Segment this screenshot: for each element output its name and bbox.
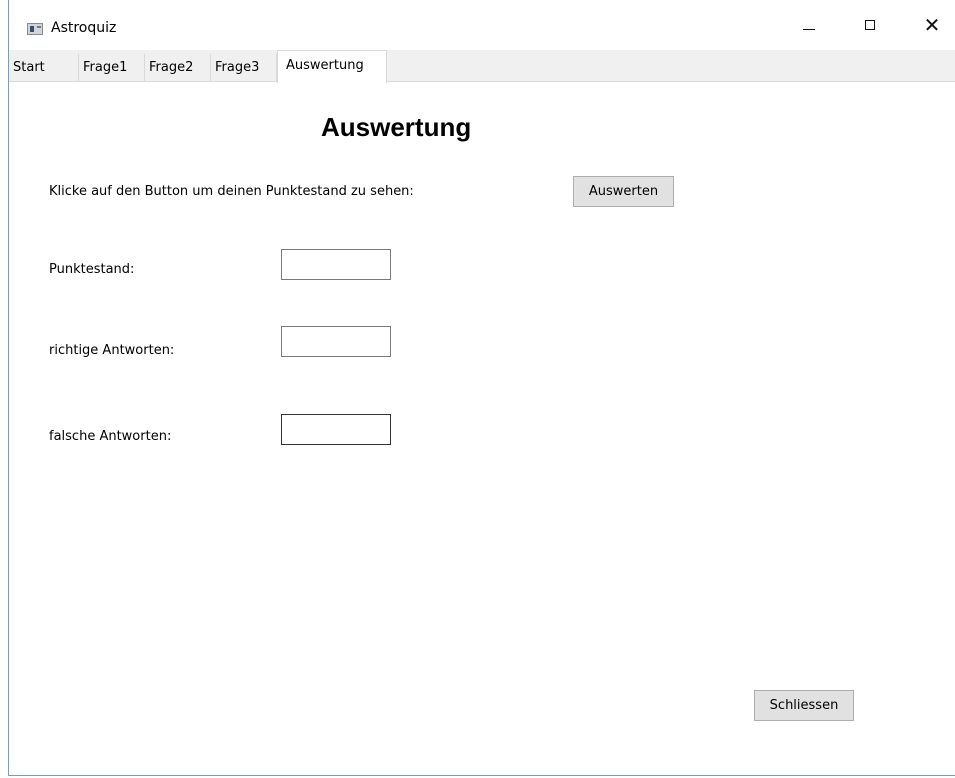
score-field[interactable] bbox=[281, 249, 391, 280]
wrong-answers-label: falsche Antworten: bbox=[49, 429, 172, 444]
correct-answers-label: richtige Antworten: bbox=[49, 343, 175, 358]
minimize-button[interactable] bbox=[786, 0, 832, 50]
tab-frage2[interactable]: Frage2 bbox=[145, 54, 211, 81]
window-title: Astroquiz bbox=[51, 20, 117, 36]
correct-answers-field[interactable] bbox=[281, 326, 391, 357]
page-title: Auswertung bbox=[321, 112, 472, 142]
title-bar[interactable]: Astroquiz ✕ bbox=[9, 0, 955, 50]
evaluate-button[interactable]: Auswerten bbox=[573, 176, 674, 207]
minimize-icon bbox=[803, 28, 815, 30]
score-label: Punktestand: bbox=[49, 262, 135, 277]
tab-frage1[interactable]: Frage1 bbox=[79, 54, 145, 81]
tab-auswertung[interactable]: Auswertung bbox=[277, 50, 387, 83]
tab-start[interactable]: Start bbox=[9, 54, 79, 81]
maximize-button[interactable] bbox=[847, 0, 893, 50]
close-button[interactable]: Schliessen bbox=[754, 690, 854, 721]
close-window-button[interactable]: ✕ bbox=[909, 0, 955, 50]
tab-content-auswertung: Auswertung Klicke auf den Button um dein… bbox=[9, 82, 955, 776]
app-icon bbox=[27, 23, 43, 35]
instruction-label: Klicke auf den Button um deinen Punktest… bbox=[49, 184, 414, 199]
maximize-icon bbox=[865, 20, 875, 30]
app-window: Astroquiz ✕ Start Frage1 Frage2 Frage3 A… bbox=[8, 0, 955, 776]
wrong-answers-field[interactable] bbox=[281, 414, 391, 445]
close-icon: ✕ bbox=[923, 13, 941, 37]
tab-frage3[interactable]: Frage3 bbox=[211, 54, 277, 81]
tab-strip: Start Frage1 Frage2 Frage3 Auswertung bbox=[9, 50, 955, 83]
